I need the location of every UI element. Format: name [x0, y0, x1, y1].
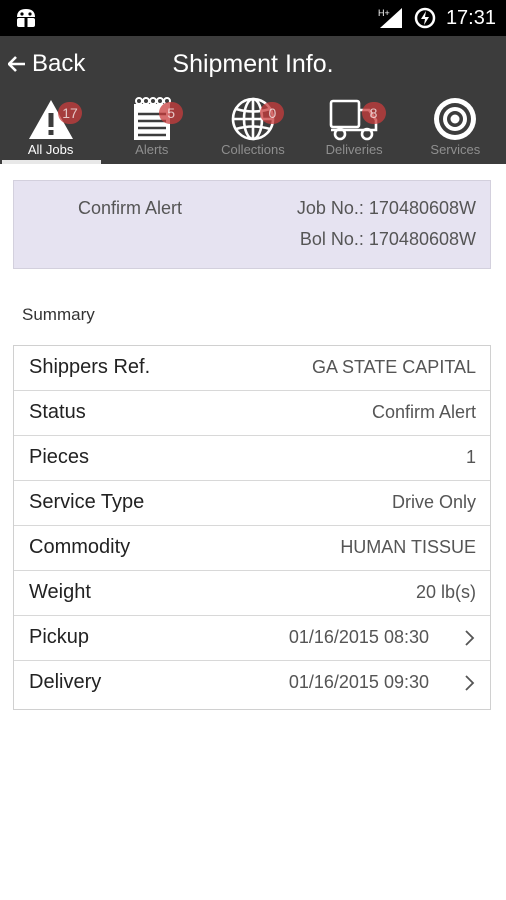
pickup-row[interactable]: Pickup 01/16/2015 08:30 [14, 616, 490, 661]
tab-badge: 8 [361, 102, 386, 124]
summary-table: Shippers Ref. GA STATE CAPITAL Status Co… [13, 345, 491, 710]
target-icon [434, 98, 477, 140]
svg-text:H+: H+ [378, 8, 390, 18]
android-icon [17, 9, 35, 27]
row-value: 01/16/2015 09:30 [288, 672, 429, 692]
chevron-right-icon [465, 630, 475, 646]
tab-all-jobs[interactable]: 17 All Jobs [0, 94, 102, 164]
table-row: Service Type Drive Only [14, 481, 490, 526]
tab-label: Alerts [135, 142, 169, 157]
row-value: 20 lb(s) [415, 582, 476, 602]
row-label: Commodity [29, 536, 131, 558]
status-bar: H+ 17:31 [0, 0, 506, 36]
tab-label: Deliveries [325, 142, 383, 157]
tab-label: Collections [221, 142, 285, 157]
signal-icon: H+ [378, 8, 402, 28]
row-label: Delivery [29, 671, 102, 693]
tab-badge: 0 [260, 102, 285, 124]
shipment-header-card: Confirm Alert Job No.: 170480608W Bol No… [13, 180, 491, 269]
row-label: Pickup [29, 626, 90, 648]
tab-services[interactable]: Services [405, 94, 506, 164]
tab-deliveries[interactable]: 8 Deliveries [304, 94, 405, 164]
table-row: Status Confirm Alert [14, 391, 490, 436]
alert-status: Confirm Alert [78, 198, 183, 218]
arrow-left-icon [8, 56, 25, 72]
row-label: Service Type [29, 491, 145, 513]
row-value: 01/16/2015 08:30 [288, 627, 429, 647]
row-label: Shippers Ref. [29, 356, 151, 378]
bol-number: Bol No.: 170480608W [299, 229, 476, 249]
row-label: Pieces [29, 446, 90, 468]
row-label: Weight [29, 581, 91, 603]
row-value: GA STATE CAPITAL [311, 357, 476, 377]
row-value: Confirm Alert [371, 402, 476, 422]
tab-badge: 17 [58, 102, 82, 124]
row-value: HUMAN TISSUE [340, 537, 476, 557]
data-saver-icon [414, 7, 436, 29]
table-row: Shippers Ref. GA STATE CAPITAL [14, 346, 490, 391]
tab-alerts[interactable]: 5 Alerts [101, 94, 202, 164]
row-value: 1 [465, 447, 476, 467]
tab-bar: 17 All Jobs 5 Alerts 0 Collections 8 Del… [0, 94, 506, 164]
delivery-row[interactable]: Delivery 01/16/2015 09:30 [14, 661, 490, 709]
tab-label: Services [430, 142, 481, 157]
row-label: Status [29, 401, 86, 423]
tab-label: All Jobs [27, 142, 74, 157]
table-row: Weight 20 lb(s) [14, 571, 490, 616]
back-label: Back [32, 50, 86, 77]
back-button[interactable]: Back [8, 50, 85, 78]
job-number: Job No.: 170480608W [296, 198, 476, 218]
summary-heading: Summary [22, 305, 95, 324]
tab-collections[interactable]: 0 Collections [202, 94, 303, 164]
table-row: Commodity HUMAN TISSUE [14, 526, 490, 571]
status-time: 17:31 [445, 6, 496, 29]
app-bar: Back Shipment Info. 17 All Jobs 5 Alerts… [0, 36, 506, 164]
row-value: Drive Only [391, 492, 476, 512]
table-row: Pieces 1 [14, 436, 490, 481]
tab-badge: 5 [159, 102, 184, 124]
chevron-right-icon [465, 675, 475, 691]
